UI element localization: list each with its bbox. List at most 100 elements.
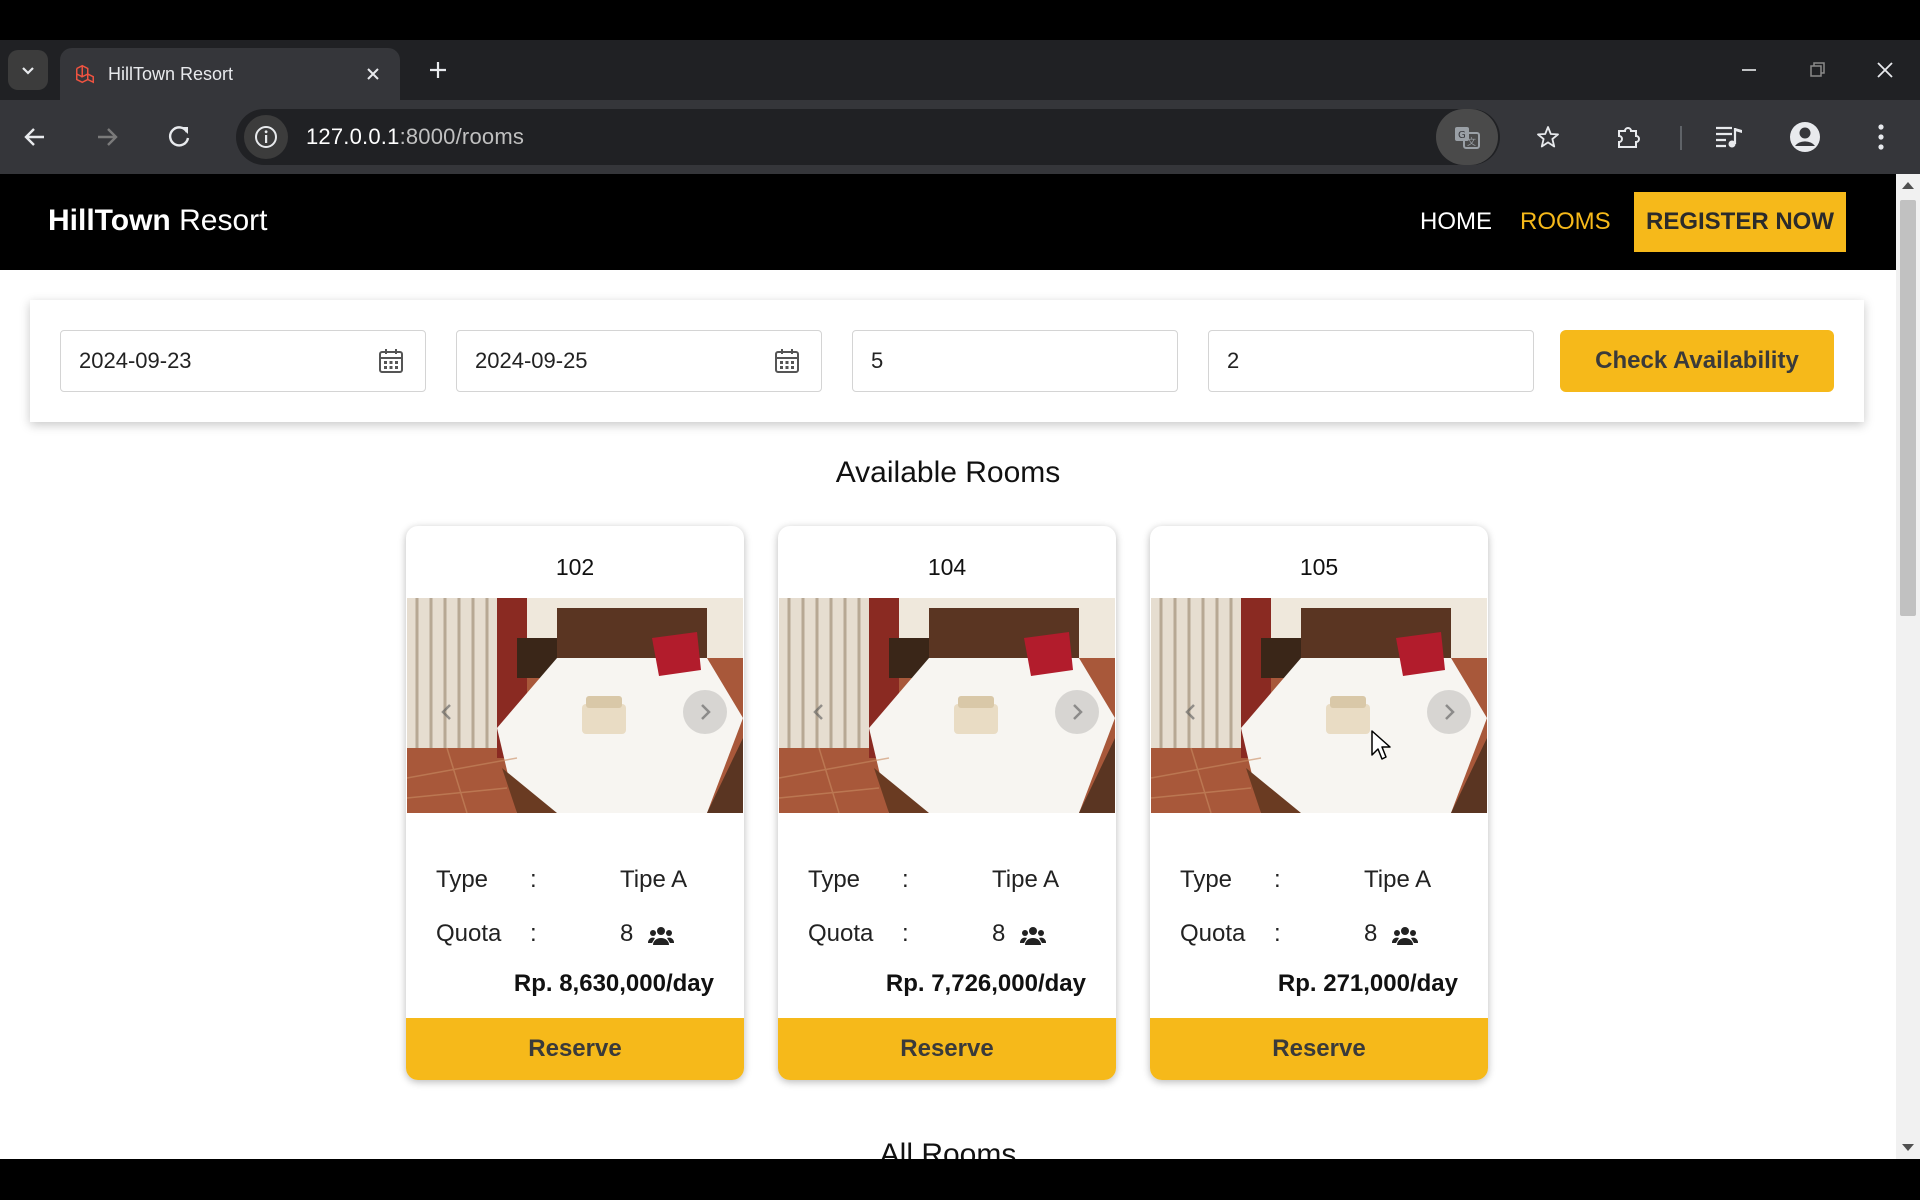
quota-label: Quota <box>808 920 874 947</box>
chevron-down-icon <box>22 67 34 75</box>
carousel-next-button[interactable] <box>1055 690 1099 734</box>
star-icon <box>1537 126 1559 148</box>
url-text: 127.0.0.1:8000/rooms <box>306 124 524 150</box>
nav-rooms-link[interactable]: ROOMS <box>1520 208 1611 236</box>
room-quota: 8 <box>1364 920 1378 947</box>
reload-button[interactable] <box>156 114 202 160</box>
check-in-value: 2024-09-23 <box>79 348 192 373</box>
quota-label: Quota <box>436 920 502 947</box>
forward-button[interactable] <box>84 114 130 160</box>
room-number: 102 <box>555 554 595 580</box>
url-path: :8000/rooms <box>399 124 525 149</box>
scroll-down-icon[interactable] <box>1902 1144 1914 1151</box>
reload-icon <box>168 126 190 147</box>
translate-button[interactable]: G文 <box>1436 109 1498 165</box>
site-logo[interactable]: HillTown Resort <box>48 204 267 238</box>
chevron-right-icon <box>1445 704 1455 720</box>
nav-home-link[interactable]: HOME <box>1420 208 1492 236</box>
type-label: Type <box>436 866 489 893</box>
brand-bold: HillTown <box>48 204 171 237</box>
svg-text:G: G <box>1458 130 1466 141</box>
extensions-icon <box>1618 127 1640 148</box>
page-scrollbar[interactable] <box>1896 174 1920 1159</box>
check-out-date-input[interactable]: 2024-09-25 <box>456 330 822 392</box>
guests-input[interactable]: 5 <box>852 330 1178 392</box>
close-window-button[interactable] <box>1850 40 1920 100</box>
chevron-left-icon <box>1185 704 1195 720</box>
menu-icon <box>1878 124 1884 150</box>
people-icon <box>648 927 674 945</box>
tab-search-button[interactable] <box>8 50 48 90</box>
carousel-prev-button[interactable] <box>797 690 841 734</box>
room-price: Rp. 271,000/day <box>1277 970 1458 997</box>
calendar-icon[interactable] <box>773 347 801 375</box>
people-icon <box>1020 927 1046 945</box>
profile-icon <box>1790 122 1820 152</box>
rooms-count-input[interactable]: 2 <box>1208 330 1534 392</box>
reserve-button[interactable]: Reserve <box>778 1018 1116 1080</box>
page-viewport: HillTown Resort HOME ROOMS REGISTER NOW … <box>0 174 1896 1159</box>
room-card: 105 Type: Tipe A Quota: 8 Rp. 271,000/… <box>1150 526 1488 1080</box>
room-card: 102 Type: Tipe A Quota: 8 Rp. 8,630,00… <box>406 526 744 1080</box>
carousel-next-button[interactable] <box>1427 690 1471 734</box>
plus-icon <box>430 62 446 78</box>
check-in-date-input[interactable]: 2024-09-23 <box>60 330 426 392</box>
rooms-count-value: 2 <box>1227 348 1240 373</box>
guests-value: 5 <box>871 348 884 373</box>
all-rooms-heading: All Rooms <box>879 1138 1017 1159</box>
carousel-next-button[interactable] <box>683 690 727 734</box>
quota-colon: : <box>530 920 537 947</box>
minimize-button[interactable] <box>1714 40 1784 100</box>
bookmark-button[interactable] <box>1526 115 1570 159</box>
check-availability-button[interactable]: Check Availability <box>1560 330 1834 392</box>
chevron-right-icon <box>701 704 711 720</box>
room-photo <box>779 598 1115 813</box>
forward-icon <box>98 128 118 146</box>
browser-menu-button[interactable] <box>1858 114 1904 160</box>
reserve-button[interactable]: Reserve <box>1150 1018 1488 1080</box>
os-top-bar <box>0 0 1920 40</box>
new-tab-button[interactable] <box>418 50 458 90</box>
room-type: Tipe A <box>992 866 1060 893</box>
scrollbar-thumb[interactable] <box>1900 200 1916 616</box>
close-tab-button[interactable] <box>356 57 390 91</box>
os-bottom-bar <box>0 1159 1920 1200</box>
site-info-button[interactable] <box>244 115 288 159</box>
restore-button[interactable] <box>1782 40 1852 100</box>
register-now-button[interactable]: REGISTER NOW <box>1634 192 1846 252</box>
scroll-up-icon[interactable] <box>1902 182 1914 189</box>
svg-text:文: 文 <box>1467 136 1476 148</box>
address-bar[interactable]: 127.0.0.1:8000/rooms G文 <box>236 109 1559 165</box>
check-out-value: 2024-09-25 <box>475 348 588 373</box>
back-button[interactable] <box>12 114 58 160</box>
carousel-prev-button[interactable] <box>1169 690 1213 734</box>
media-control-button[interactable] <box>1706 114 1752 160</box>
chevron-left-icon <box>441 704 451 720</box>
profile-button[interactable] <box>1782 114 1828 160</box>
toolbar: 127.0.0.1:8000/rooms G文 <box>0 100 1920 174</box>
browser-tab[interactable]: HillTown Resort <box>60 48 400 100</box>
room-type: Tipe A <box>620 866 688 893</box>
calendar-icon[interactable] <box>377 347 405 375</box>
back-icon <box>24 128 44 146</box>
info-icon <box>255 126 277 148</box>
carousel-prev-button[interactable] <box>425 690 469 734</box>
available-rooms-heading: Available Rooms <box>835 456 1061 489</box>
reserve-button[interactable]: Reserve <box>406 1018 744 1080</box>
translate-icon: G文 <box>1455 127 1480 149</box>
chevron-right-icon <box>1073 704 1083 720</box>
close-window-icon <box>1877 62 1893 78</box>
type-colon: : <box>530 866 537 893</box>
toolbar-separator <box>1680 126 1682 150</box>
room-price: Rp. 8,630,000/day <box>513 970 714 997</box>
tab-strip: HillTown Resort <box>0 40 1920 100</box>
media-icon <box>1716 126 1742 148</box>
people-icon <box>1392 927 1418 945</box>
brand-light: Resort <box>170 204 268 237</box>
room-photo <box>407 598 743 813</box>
room-number: 105 <box>1299 554 1339 580</box>
mouse-cursor-icon <box>1371 730 1391 760</box>
minimize-icon <box>1742 69 1756 71</box>
room-quota: 8 <box>620 920 634 947</box>
extensions-button[interactable] <box>1606 114 1652 160</box>
